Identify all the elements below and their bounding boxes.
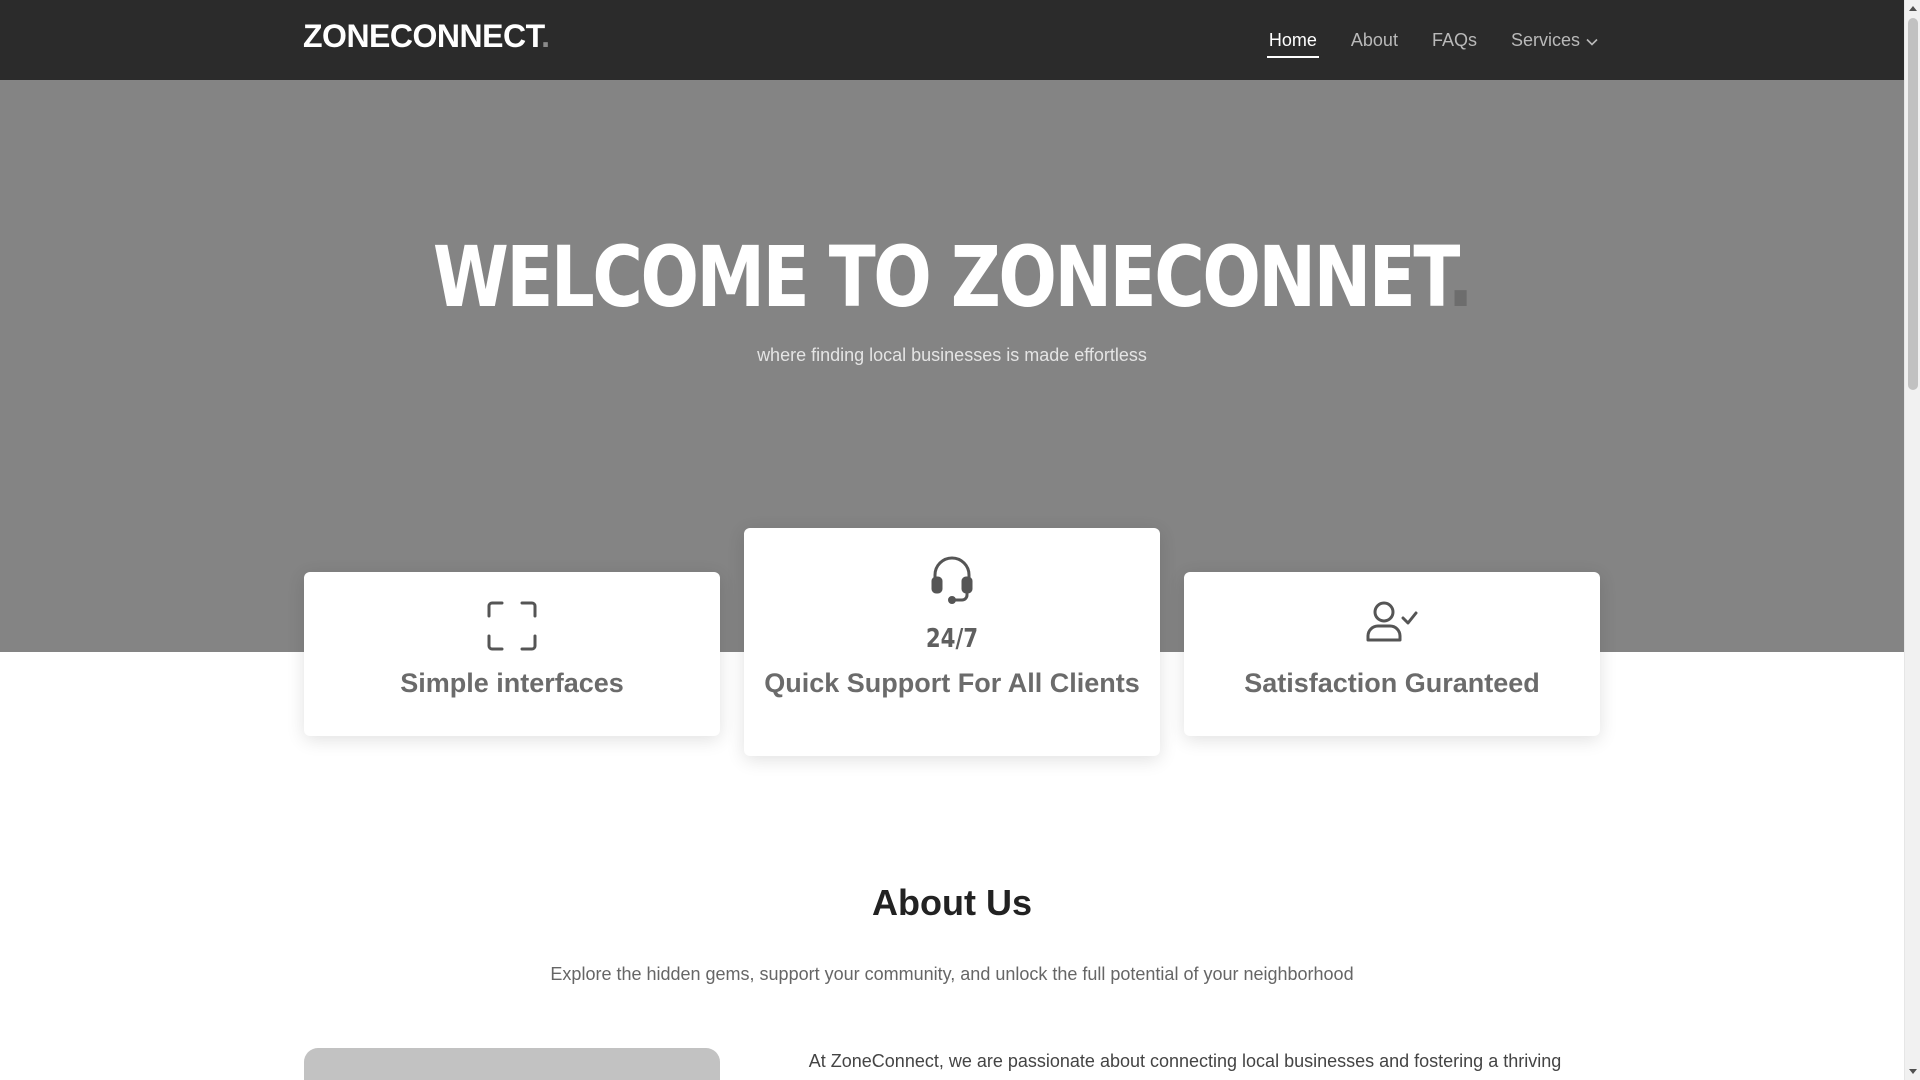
about-text: At ZoneConnect, we are passionate about … [808, 1051, 1562, 1071]
chevron-down-icon [1586, 30, 1598, 51]
page-scrollbar[interactable] [1904, 0, 1920, 1080]
main-nav: Home About FAQs Services [1235, 0, 1598, 80]
logo-dot: . [541, 18, 550, 54]
about-image [304, 1048, 720, 1080]
page: ZONECONNECT. Home About FAQs Services WE… [0, 0, 1904, 1080]
nav-faqs-label: FAQs [1431, 29, 1477, 50]
scrollbar-thumb[interactable] [1908, 18, 1918, 390]
hero-title-dot: . [1447, 228, 1473, 326]
feature-card-simple-interfaces: Simple interfaces [304, 572, 720, 736]
about-subtitle: Explore the hidden gems, support your co… [550, 964, 1354, 984]
hero-title: WELCOME TO ZONECONNET. [171, 228, 1732, 326]
about-title: About Us [872, 882, 1032, 923]
hero-subtitle: where finding local businesses is made e… [757, 345, 1147, 365]
nav-services-label: Services [1510, 29, 1580, 50]
user-check-icon [1366, 600, 1418, 649]
scroll-down-arrow-icon[interactable] [1905, 1064, 1920, 1080]
nav-about-link[interactable]: About [1351, 0, 1398, 80]
feature-card-title: Satisfaction Guranteed [1244, 668, 1540, 698]
nav-about-label: About [1350, 29, 1398, 50]
support-hours-stat: 24/7 [925, 624, 979, 654]
feature-card-title: Quick Support For All Clients [764, 668, 1140, 698]
site-header: ZONECONNECT. Home About FAQs Services [0, 0, 1904, 80]
scroll-up-arrow-icon[interactable] [1905, 0, 1920, 16]
nav-home-label: Home [1268, 29, 1317, 50]
feature-card-satisfaction: Satisfaction Guranteed [1184, 572, 1600, 736]
feature-card-title: Simple interfaces [400, 668, 624, 698]
nav-services-dropdown[interactable]: Services [1511, 0, 1598, 80]
headset-icon [930, 554, 974, 609]
nav-home-link[interactable]: Home [1266, 0, 1319, 80]
fullscreen-frame-icon [486, 600, 538, 657]
site-logo[interactable]: ZONECONNECT. [303, 18, 550, 55]
hero-title-text: WELCOME TO ZONECONNET [432, 228, 1450, 326]
logo-text: ZONECONNECT [303, 18, 542, 54]
feature-card-support: 24/7 Quick Support For All Clients [744, 528, 1160, 756]
nav-faqs-link[interactable]: FAQs [1432, 0, 1477, 80]
